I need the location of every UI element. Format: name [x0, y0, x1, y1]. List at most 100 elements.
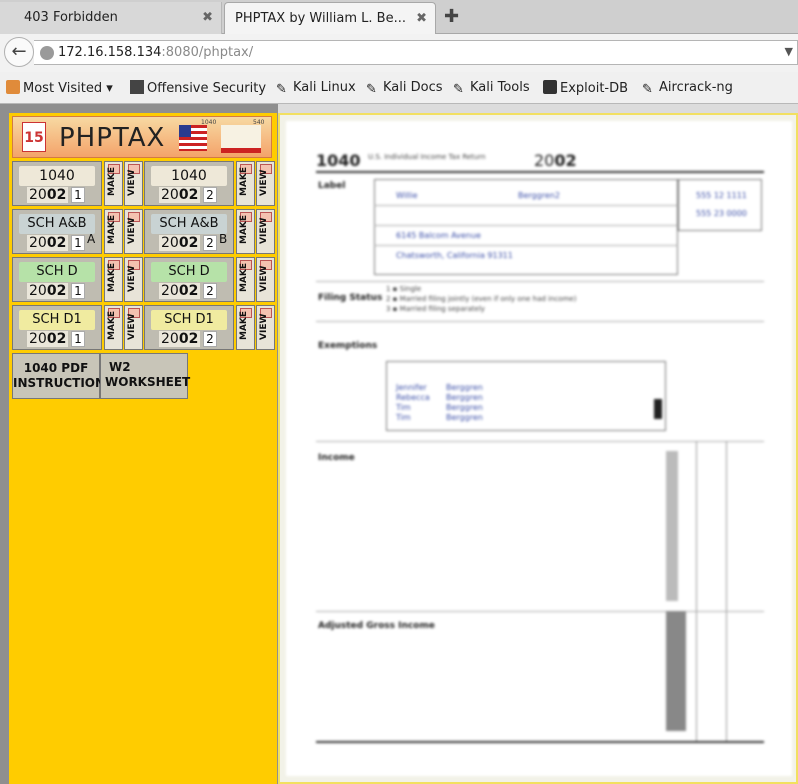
form-label: 1040: [19, 166, 95, 186]
form-preview-frame: 1040 U.S. Individual Income Tax Return 2…: [278, 113, 798, 784]
form-year: 2002: [27, 331, 69, 347]
doc-section-label: Label: [318, 181, 346, 191]
doc-section-income: Income: [318, 453, 355, 463]
doc-year: 2002: [534, 151, 577, 170]
close-icon[interactable]: ✖: [416, 11, 427, 26]
tab-bar: 403 Forbidden ✖ PHPTAX by William L. Be.…: [0, 0, 798, 34]
form-copy-number: 1: [71, 283, 85, 299]
aircrack-icon: ✎: [642, 82, 653, 97]
url-bar[interactable]: 172.16.158.134:8080/phptax/ ▼: [34, 40, 798, 65]
view-button[interactable]: VIEW: [124, 305, 143, 350]
make-button[interactable]: MAKE: [104, 305, 123, 350]
history-dropdown-icon[interactable]: ▼: [785, 45, 793, 58]
form-label: 1040: [151, 166, 227, 186]
view-button[interactable]: VIEW: [256, 209, 275, 254]
bookmark-offensive-security[interactable]: Offensive Security: [130, 80, 266, 96]
view-button[interactable]: VIEW: [256, 257, 275, 302]
form-label: SCH D1: [19, 310, 95, 330]
view-button[interactable]: VIEW: [124, 161, 143, 206]
tab-title: 403 Forbidden: [24, 10, 118, 25]
form-sch-ab-1[interactable]: SCH A&B 2002 1 A: [12, 209, 102, 254]
form-sch-d1-2[interactable]: SCH D1 2002 2: [144, 305, 234, 350]
doc-form-number: 1040: [316, 151, 361, 170]
form-year: 2002: [159, 283, 201, 299]
doc-first-name: Willie: [396, 191, 418, 200]
new-tab-icon[interactable]: ✚: [444, 6, 459, 27]
left-frame: 15 PHPTAX 1040 540 1040 2002 1 MAKE VIEW…: [0, 104, 278, 784]
tab-phptax[interactable]: PHPTAX by William L. Be... ✖: [224, 2, 436, 34]
kali-dragon-icon: ✎: [366, 82, 377, 97]
calendar-icon: 15: [22, 122, 46, 152]
form-year: 2002: [27, 235, 69, 251]
make-button[interactable]: MAKE: [236, 209, 255, 254]
view-button[interactable]: VIEW: [124, 209, 143, 254]
tab-403-forbidden[interactable]: 403 Forbidden ✖: [0, 2, 222, 34]
app-title: PHPTAX: [59, 123, 166, 153]
exploitdb-icon: [543, 80, 557, 94]
bookmarks-bar: Most Visited ▾ Offensive Security ✎ Kali …: [0, 72, 798, 104]
kali-dragon-icon: ✎: [276, 82, 287, 97]
form-1040-2[interactable]: 1040 2002 2: [144, 161, 234, 206]
pdf-instructions-button[interactable]: 1040 PDF INSTRUCTIONS: [12, 353, 114, 399]
make-button[interactable]: MAKE: [236, 305, 255, 350]
form-year: 2002: [159, 235, 201, 251]
bookmark-most-visited[interactable]: Most Visited ▾: [6, 80, 113, 96]
make-button[interactable]: MAKE: [236, 161, 255, 206]
kali-dragon-icon: ✎: [453, 82, 464, 97]
phptax-header: 15 PHPTAX 1040 540: [12, 116, 272, 158]
form-copy-number: 2: [203, 235, 217, 251]
view-button[interactable]: VIEW: [256, 305, 275, 350]
form-sch-ab-2[interactable]: SCH A&B 2002 2 B: [144, 209, 234, 254]
form-sch-d-2[interactable]: SCH D 2002 2: [144, 257, 234, 302]
tab-title: PHPTAX by William L. Be...: [235, 11, 406, 26]
form-side: A: [87, 232, 96, 246]
doc-section-exemptions: Exemptions: [318, 341, 378, 351]
form-label: SCH D: [151, 262, 227, 282]
form-1040-1[interactable]: 1040 2002 1: [12, 161, 102, 206]
navigation-bar: ← 172.16.158.134:8080/phptax/ ▼: [0, 34, 798, 72]
form-copy-number: 1: [71, 331, 85, 347]
doc-ssn: 555 12 1111: [696, 191, 747, 200]
back-button[interactable]: ←: [4, 37, 34, 67]
button-label: WORKSHEET: [105, 375, 191, 389]
doc-spouse-ssn: 555 23 0000: [696, 209, 747, 218]
offsec-icon: [130, 80, 144, 94]
bookmark-kali-docs[interactable]: ✎ Kali Docs: [366, 80, 443, 97]
doc-header: U.S. Individual Income Tax Return: [368, 153, 486, 161]
view-button[interactable]: VIEW: [124, 257, 143, 302]
make-button[interactable]: MAKE: [104, 257, 123, 302]
form-year: 2002: [27, 187, 69, 203]
button-label: INSTRUCTIONS: [13, 376, 114, 390]
button-label: W2: [109, 360, 131, 374]
form-1040-preview: 1040 U.S. Individual Income Tax Return 2…: [286, 121, 792, 776]
bookmark-kali-linux[interactable]: ✎ Kali Linux: [276, 80, 356, 97]
make-button[interactable]: MAKE: [104, 161, 123, 206]
menu-panel: 15 PHPTAX 1040 540 1040 2002 1 MAKE VIEW…: [9, 113, 277, 784]
form-label: SCH D1: [151, 310, 227, 330]
url-text: 172.16.158.134:8080/phptax/: [58, 45, 254, 60]
button-label: 1040 PDF: [23, 361, 89, 375]
make-button[interactable]: MAKE: [104, 209, 123, 254]
bookmark-exploit-db[interactable]: Exploit-DB: [543, 80, 628, 96]
doc-section-adjusted: Adjusted Gross Income: [318, 621, 435, 631]
bookmark-aircrack-ng[interactable]: ✎ Aircrack-ng: [642, 80, 733, 97]
form-year: 2002: [27, 283, 69, 299]
form-sch-d1-1[interactable]: SCH D1 2002 1: [12, 305, 102, 350]
make-button[interactable]: MAKE: [236, 257, 255, 302]
us-flag-icon: [179, 125, 207, 151]
california-flag-icon: [221, 125, 261, 153]
form-year: 2002: [159, 331, 201, 347]
form-side: B: [219, 232, 228, 246]
doc-address: 6145 Balcom Avenue: [396, 231, 481, 240]
form-copy-number: 1: [71, 187, 85, 203]
close-icon[interactable]: ✖: [202, 10, 213, 25]
doc-last-name: Berggren2: [518, 191, 560, 200]
form-copy-number: 2: [203, 187, 217, 203]
view-button[interactable]: VIEW: [256, 161, 275, 206]
form-year: 2002: [159, 187, 201, 203]
w2-worksheet-button[interactable]: W2 WORKSHEET: [100, 353, 191, 399]
globe-icon: [40, 46, 54, 60]
bookmark-kali-tools[interactable]: ✎ Kali Tools: [453, 80, 530, 97]
form-sch-d-1[interactable]: SCH D 2002 1: [12, 257, 102, 302]
form-copy-number: 2: [203, 283, 217, 299]
